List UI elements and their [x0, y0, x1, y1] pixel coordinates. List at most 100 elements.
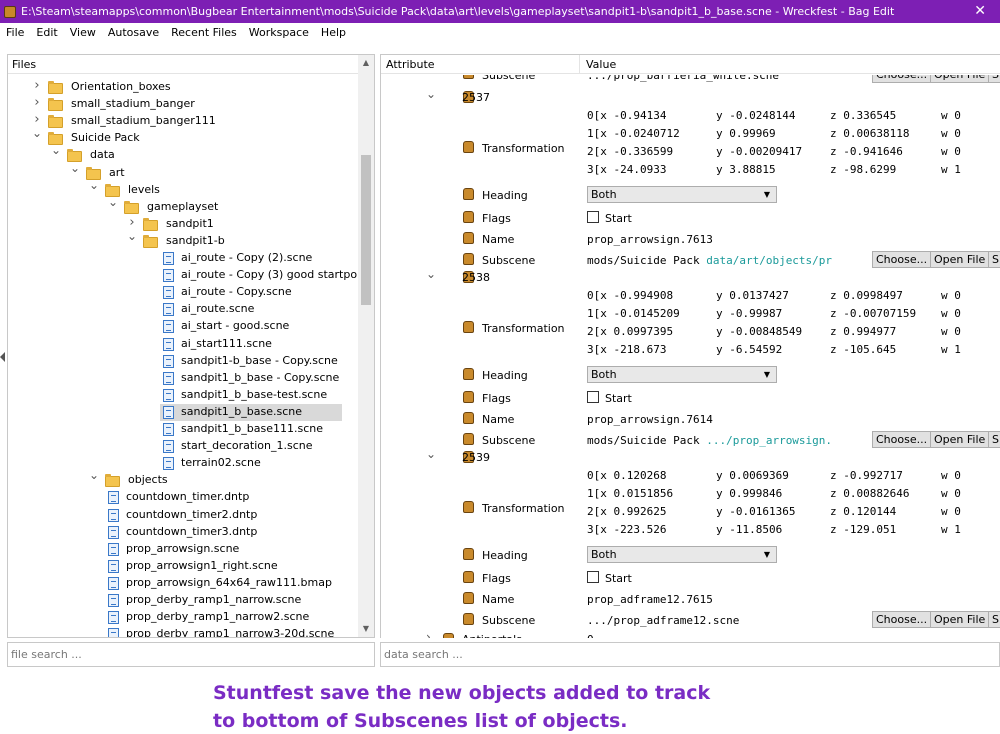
subscene-group-row[interactable]: ⌄ 2539 [381, 447, 1000, 466]
chevron-down-icon[interactable]: ⌄ [108, 195, 118, 209]
scroll-up-icon[interactable]: ▲ [358, 55, 374, 71]
column-value[interactable]: Value [586, 58, 616, 71]
menu-file[interactable]: File [0, 23, 30, 43]
tree-file[interactable]: countdown_timer3.dntp [8, 524, 358, 541]
tree-file[interactable]: sandpit1-b_base - Copy.scne [8, 353, 358, 370]
chevron-down-icon: ▼ [763, 370, 770, 379]
tree-folder[interactable]: ⌄ objects [8, 468, 358, 489]
tree-folder[interactable]: ⌄ data [8, 143, 358, 164]
chevron-down-icon[interactable]: ⌄ [127, 229, 137, 243]
bag-icon [463, 141, 474, 153]
chevron-right-icon[interactable]: › [32, 112, 42, 127]
name-value[interactable]: prop_arrowsign.7614 [587, 413, 713, 426]
group-id: 2537 [462, 91, 490, 104]
chevron-right-icon[interactable]: › [32, 95, 42, 110]
choose-button[interactable]: Choose... [872, 75, 932, 83]
tree-folder[interactable]: › small_stadium_banger111 [8, 112, 358, 130]
tree-file[interactable]: ai_route.scne [8, 301, 358, 318]
heading-select[interactable]: Both ▼ [587, 366, 777, 383]
chevron-right-icon[interactable]: › [426, 630, 431, 638]
heading-select[interactable]: Both ▼ [587, 186, 777, 203]
tree-file[interactable]: prop_derby_ramp1_narrow3-20d.scne [8, 626, 358, 637]
attribute-row-name: Name prop_adframe12.7615 [381, 589, 1000, 609]
subscene-group-row[interactable]: ⌄ 2538 [381, 267, 1000, 286]
tree-file[interactable]: ai_start - good.scne [8, 318, 358, 335]
heading-select[interactable]: Both ▼ [587, 546, 777, 563]
tree-file[interactable]: prop_arrowsign1_right.scne [8, 558, 358, 575]
name-value[interactable]: prop_adframe12.7615 [587, 593, 713, 606]
choose-button[interactable]: Choose... [872, 251, 932, 268]
column-attribute[interactable]: Attribute [386, 58, 435, 71]
tree-folder[interactable]: ⌄ levels [8, 178, 358, 199]
tree-file[interactable]: ai_route - Copy (3) good startpo... [8, 267, 358, 284]
tree-folder[interactable]: › Orientation_boxes [8, 78, 358, 96]
tree-file[interactable]: sandpit1_b_base-test.scne [8, 387, 358, 404]
menu-recent-files[interactable]: Recent Files [165, 23, 243, 43]
tree-file[interactable]: sandpit1_b_base111.scne [8, 421, 358, 438]
show-button[interactable]: Sh [988, 251, 1000, 268]
name-value[interactable]: prop_arrowsign.7613 [587, 233, 713, 246]
tree-file[interactable]: prop_derby_ramp1_narrow.scne [8, 592, 358, 609]
tree-file[interactable]: sandpit1_b_base.scne [160, 403, 342, 421]
file-icon [108, 611, 119, 625]
matrix-cell: y -0.0248144 [716, 109, 796, 122]
open-file-button[interactable]: Open File [930, 75, 990, 83]
tree-file[interactable]: start_decoration_1.scne [8, 438, 358, 455]
chevron-down-icon[interactable]: ⌄ [89, 468, 99, 482]
scroll-down-icon[interactable]: ▼ [358, 621, 374, 637]
subscene-group-row[interactable]: ⌄ 2537 [381, 87, 1000, 106]
attribute-name: Subscene [482, 434, 536, 447]
tree-folder[interactable]: › sandpit1 [8, 215, 358, 233]
show-button[interactable]: Sh [988, 611, 1000, 628]
tree-item-label: prop_arrowsign.scne [126, 541, 240, 555]
choose-button[interactable]: Choose... [872, 431, 932, 448]
tree-file[interactable]: countdown_timer2.dntp [8, 507, 358, 524]
subscene-link[interactable]: data/art/objects/pr [706, 254, 832, 267]
tree-folder[interactable]: › small_stadium_banger [8, 95, 358, 113]
tree-file[interactable]: ai_route - Copy.scne [8, 284, 358, 301]
show-button[interactable]: Sh [988, 431, 1000, 448]
tree-file[interactable]: ai_route - Copy (2).scne [8, 250, 358, 267]
tree-file[interactable]: prop_arrowsign.scne [8, 541, 358, 558]
chevron-right-icon[interactable]: › [32, 78, 42, 93]
file-search-input[interactable]: file search ... [7, 642, 375, 667]
chevron-down-icon[interactable]: ⌄ [89, 178, 99, 192]
open-file-button[interactable]: Open File [930, 251, 990, 268]
data-search-input[interactable]: data search ... [380, 642, 1000, 667]
show-button[interactable]: Sh [988, 75, 1000, 83]
open-file-button[interactable]: Open File [930, 611, 990, 628]
tree-folder[interactable]: ⌄ sandpit1-b [8, 229, 358, 250]
close-icon[interactable]: ✕ [974, 3, 986, 19]
menu-help[interactable]: Help [315, 23, 352, 43]
menu-edit[interactable]: Edit [30, 23, 63, 43]
menu-autosave[interactable]: Autosave [102, 23, 165, 43]
files-scrollbar[interactable]: ▲ ▼ [358, 55, 374, 637]
chevron-down-icon[interactable]: ⌄ [70, 161, 80, 175]
tree-folder[interactable]: ⌄ art [8, 161, 358, 182]
chevron-down-icon[interactable]: ⌄ [32, 126, 42, 140]
tree-file[interactable]: countdown_timer.dntp [8, 489, 358, 506]
chevron-down-icon[interactable]: ⌄ [426, 87, 436, 101]
splitter-left-arrow-icon[interactable] [0, 352, 5, 362]
tree-file[interactable]: sandpit1_b_base - Copy.scne [8, 370, 358, 387]
chevron-down-icon[interactable]: ⌄ [51, 143, 61, 157]
tree-item-label: sandpit1 [166, 216, 214, 230]
scroll-thumb[interactable] [361, 155, 371, 305]
tree-file[interactable]: terrain02.scne [8, 455, 358, 472]
menu-workspace[interactable]: Workspace [243, 23, 315, 43]
start-checkbox[interactable] [587, 211, 599, 223]
choose-button[interactable]: Choose... [872, 611, 932, 628]
subscene-link[interactable]: .../prop_arrowsign. [706, 434, 832, 447]
start-checkbox[interactable] [587, 391, 599, 403]
start-checkbox[interactable] [587, 571, 599, 583]
menu-view[interactable]: View [64, 23, 102, 43]
tree-file[interactable]: ai_start111.scne [8, 336, 358, 353]
chevron-down-icon[interactable]: ⌄ [426, 267, 436, 281]
tree-folder[interactable]: ⌄ gameplayset [8, 195, 358, 216]
open-file-button[interactable]: Open File [930, 431, 990, 448]
tree-item-label: ai_route.scne [181, 302, 255, 316]
tree-file[interactable]: prop_derby_ramp1_narrow2.scne [8, 609, 358, 626]
chevron-down-icon[interactable]: ⌄ [426, 447, 436, 461]
chevron-right-icon[interactable]: › [127, 215, 137, 230]
tree-file[interactable]: prop_arrowsign_64x64_raw111.bmap [8, 575, 358, 592]
